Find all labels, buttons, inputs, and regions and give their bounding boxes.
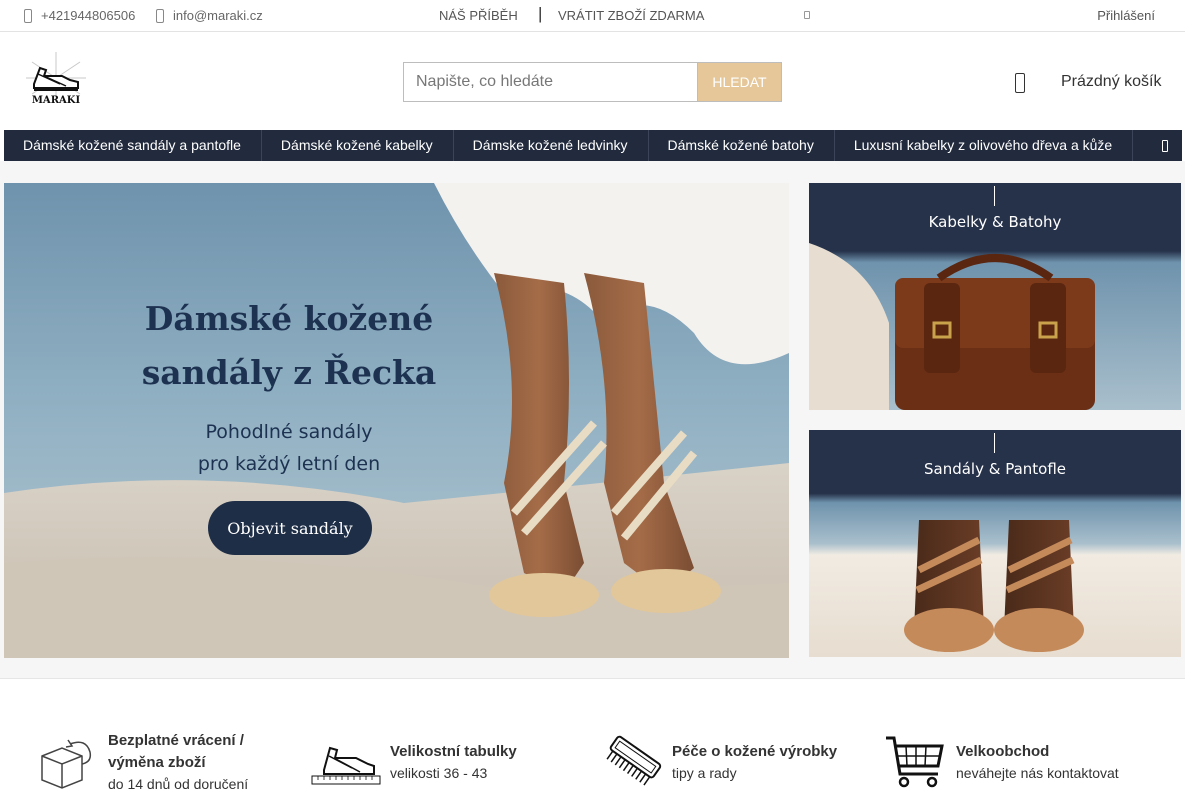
nav-item-olive-wood-bags[interactable]: Luxusní kabelky z olivového dřeva a kůže (835, 130, 1134, 161)
bags-banner-divider (994, 186, 995, 206)
login-link[interactable]: Přihlášení (1097, 8, 1155, 23)
hero-subtitle-line2: pro každý letní den (197, 453, 381, 475)
cart-label[interactable]: Prázdný košík (1061, 73, 1161, 91)
feature-title: Péče o kožené výrobky (672, 743, 838, 760)
feature-title: Bezplatné vrácení / výměna zboží (108, 732, 244, 771)
search-input[interactable] (403, 62, 697, 102)
nav-item-handbags[interactable]: Dámské kožené kabelky (262, 130, 454, 161)
sandals-banner[interactable]: Sandály & Pantofle (809, 430, 1181, 657)
shopping-cart-icon (886, 736, 944, 788)
feature-title: Velikostní tabulky (390, 743, 517, 760)
our-story-link[interactable]: NÁŠ PŘÍBĚH (439, 8, 518, 23)
discover-sandals-button[interactable]: Objevit sandály (208, 501, 372, 555)
search-button[interactable]: HLEDAT (697, 62, 782, 102)
nav-item-belt-bags[interactable]: Dámske kožené ledvinky (454, 130, 649, 161)
main-navigation: Dámské kožené sandály a pantofle Dámské … (4, 130, 1182, 161)
feature-leather-care[interactable]: Péče o kožené výrobky tipy a rady (600, 730, 837, 794)
hero-title-line2: sandály z Řecka (141, 353, 437, 392)
sandals-banner-label: Sandály & Pantofle (923, 460, 1067, 478)
hero-title-line1: Dámské kožené (144, 299, 434, 338)
nav-more-button[interactable] (1148, 130, 1182, 161)
bags-banner-label: Kabelky & Batohy (928, 213, 1062, 231)
cart-icon[interactable] (1015, 73, 1025, 93)
feature-wholesale[interactable]: Velkoobchod neváhejte nás kontaktovat (884, 730, 1119, 794)
phone-contact[interactable]: +421944806506 (24, 8, 135, 23)
phone-icon (24, 8, 32, 23)
feature-size-charts[interactable]: Velikostní tabulky velikosti 36 - 43 (310, 730, 517, 794)
feature-free-returns[interactable]: Bezplatné vrácení / výměna zboží do 14 d… (36, 730, 268, 794)
language-icon[interactable] (804, 11, 810, 19)
box-return-icon (41, 739, 92, 789)
top-separator: | (538, 4, 543, 23)
feature-subtitle: neváhejte nás kontaktovat (956, 765, 1119, 781)
feature-subtitle: do 14 dnů od doručení (108, 776, 249, 792)
sandal-ruler-icon (311, 746, 381, 785)
nav-item-sandals[interactable]: Dámské kožené sandály a pantofle (4, 130, 262, 161)
bags-banner[interactable]: Kabelky & Batohy (809, 183, 1181, 410)
phone-number[interactable]: +421944806506 (41, 8, 135, 23)
search-bar: HLEDAT (403, 62, 782, 102)
top-bar: +421944806506 info@maraki.cz NÁŠ PŘÍBĚH … (0, 0, 1185, 32)
feature-subtitle: tipy a rady (672, 765, 737, 781)
email-address[interactable]: info@maraki.cz (173, 8, 263, 23)
email-contact[interactable]: info@maraki.cz (156, 8, 263, 23)
site-logo[interactable]: MARAKI (22, 50, 90, 112)
feature-title: Velkoobchod (956, 743, 1050, 760)
mail-icon (156, 8, 164, 23)
feature-subtitle: velikosti 36 - 43 (390, 765, 488, 781)
sandals-banner-divider (994, 433, 995, 453)
free-returns-link[interactable]: VRÁTIT ZBOŽÍ ZDARMA (558, 8, 704, 23)
hero-subtitle-line1: Pohodlné sandály (205, 421, 373, 443)
logo-text: MARAKI (32, 95, 81, 106)
brush-icon (606, 735, 662, 786)
menu-more-icon (1162, 139, 1168, 152)
nav-item-backpacks[interactable]: Dámské kožené batohy (649, 130, 835, 161)
hero-banner[interactable]: Dámské kožené sandály z Řecka Pohodlné s… (4, 183, 789, 658)
